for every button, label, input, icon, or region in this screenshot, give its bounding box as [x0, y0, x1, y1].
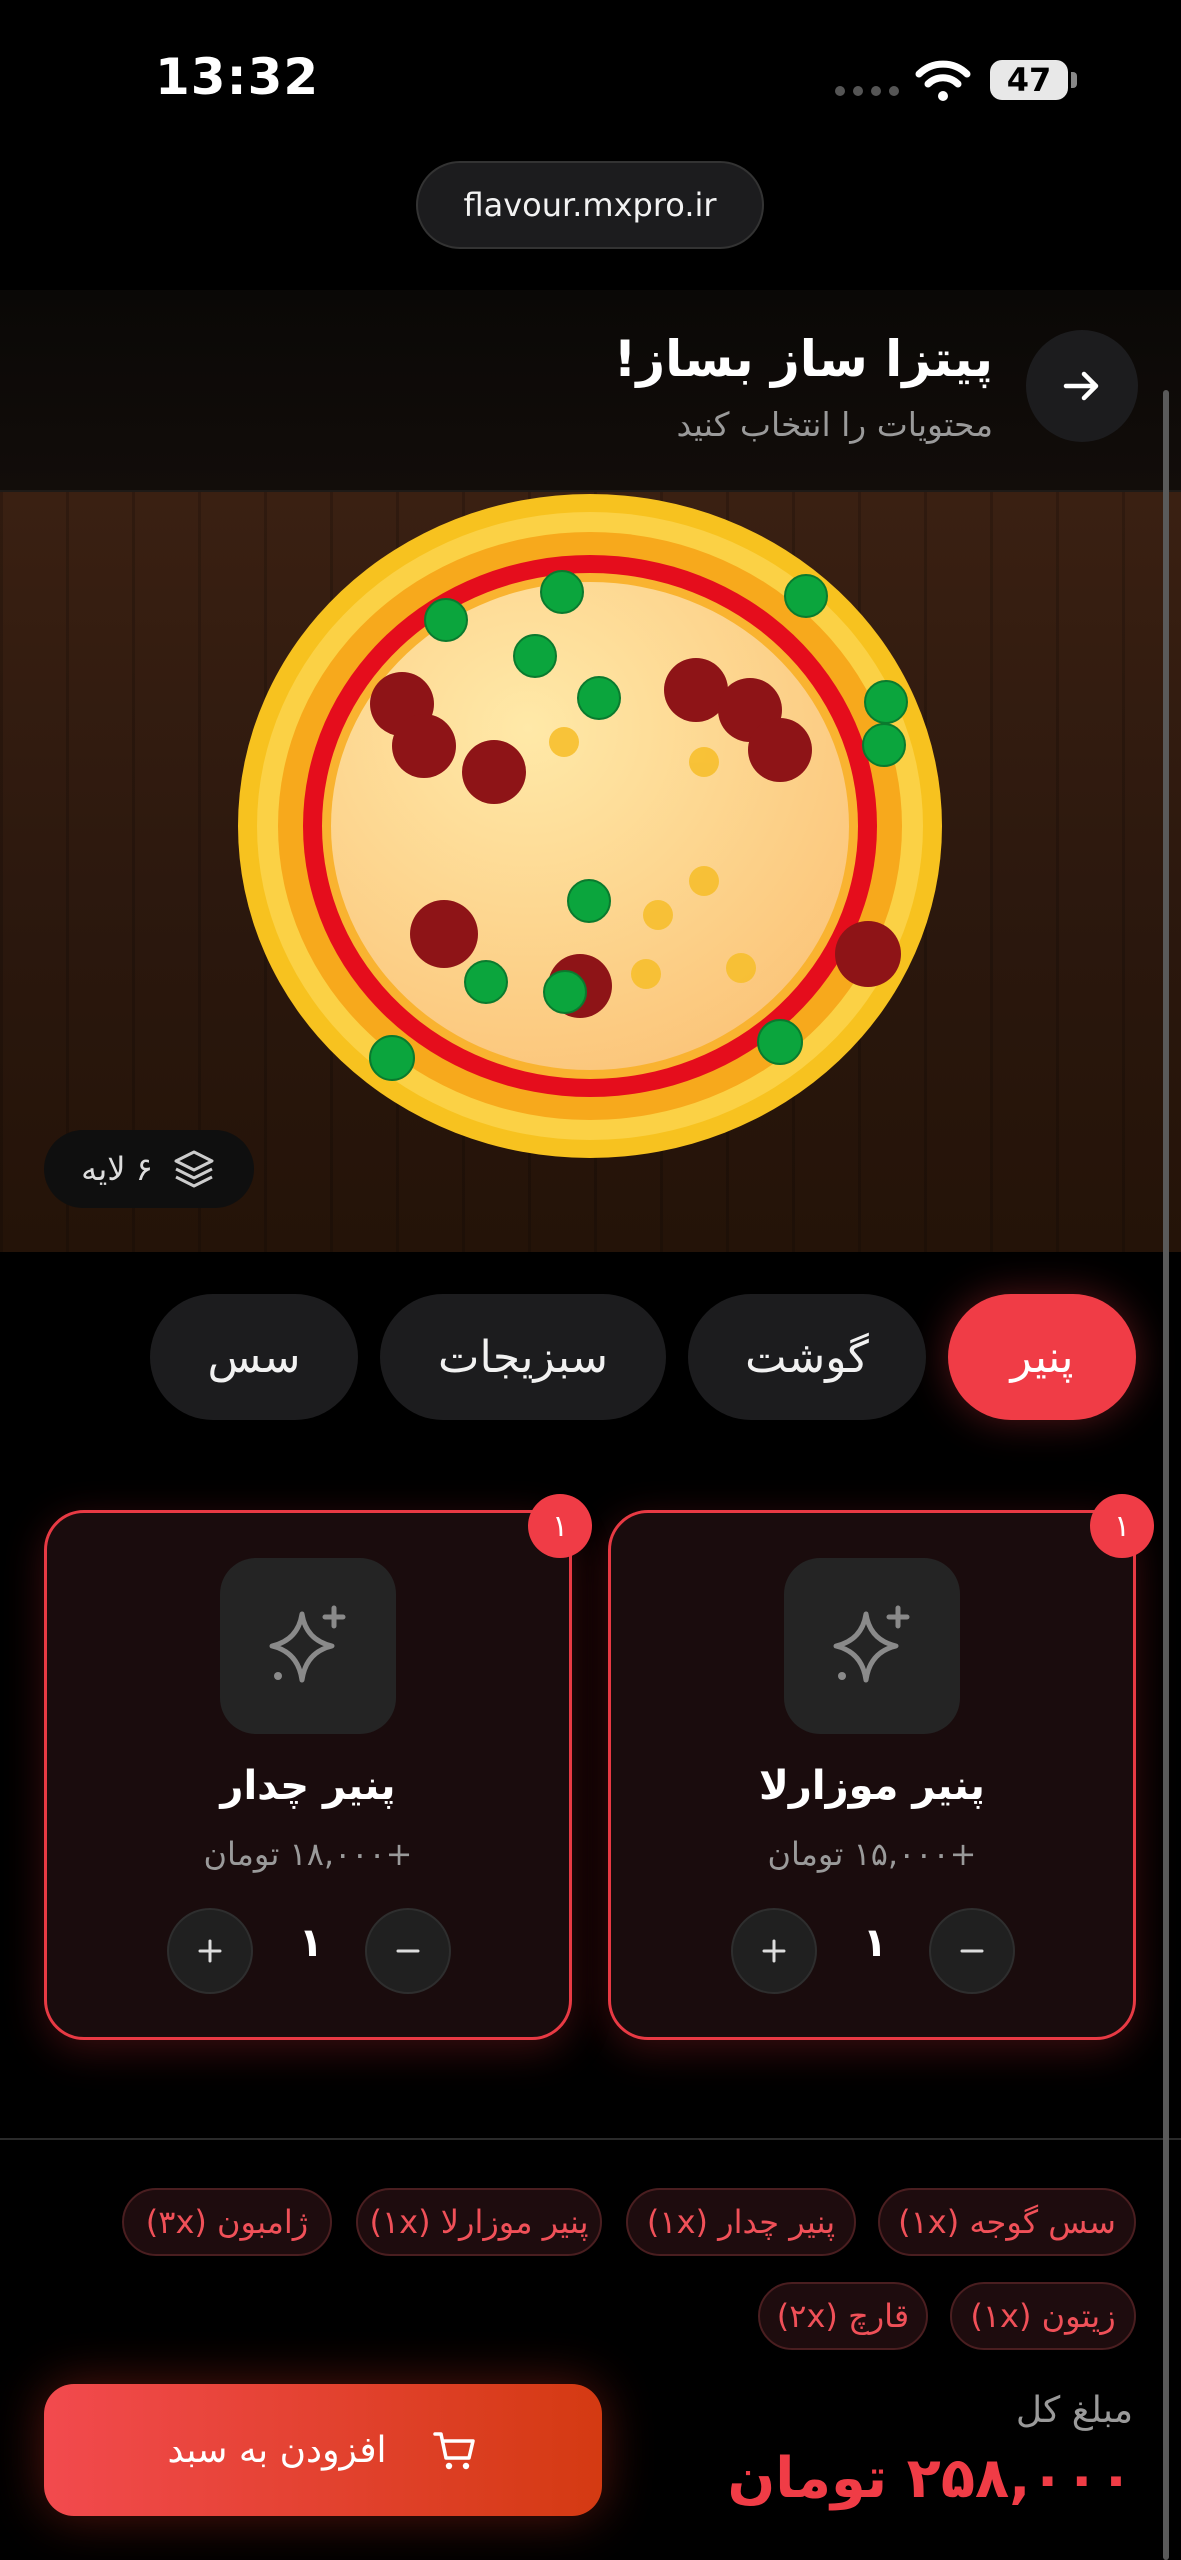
wifi-icon [915, 60, 971, 101]
page-subtitle: محتویات را انتخاب کنید [676, 405, 993, 444]
ingredient-price: +۱۸,۰۰۰ تومان [203, 1835, 413, 1873]
ingredient-price: +۱۵,۰۰۰ تومان [767, 1835, 977, 1873]
quantity-stepper: ۱ [611, 1908, 1133, 1998]
tab-meat[interactable]: گوشت [688, 1294, 926, 1420]
selected-count-badge: ۱ [1090, 1494, 1154, 1558]
add-to-cart-label: افزودن به سبد [167, 2429, 387, 2471]
battery-indicator: 47 [990, 60, 1068, 100]
total-label: مبلغ کل [1015, 2390, 1133, 2431]
pizza-illustration [238, 494, 942, 1158]
battery-tip [1071, 72, 1077, 88]
quantity-stepper: ۱ [47, 1908, 569, 1998]
sparkles-icon [833, 1605, 910, 1683]
total-price: ۲۵۸,۰۰۰ تومان [727, 2446, 1134, 2511]
header-bar [0, 290, 1181, 492]
browser-url-bar[interactable]: flavour.mxpro.ir [416, 161, 764, 249]
tab-vegetables[interactable]: سبزیجات [380, 1294, 666, 1420]
quantity-value: ۱ [862, 1920, 888, 1966]
summary-chip: پنیر موزارلا (۱x) [356, 2188, 602, 2256]
selected-count-badge: ۱ [528, 1494, 592, 1558]
ingredient-card-cheddar[interactable]: پنیر چدار +۱۸,۰۰۰ تومان ۱ [44, 1510, 572, 2040]
summary-chip: ژامبون (۳x) [122, 2188, 332, 2256]
ingredient-icon-box [784, 1558, 960, 1734]
layers-count-label: ۶ لایه [81, 1150, 153, 1188]
cart-icon [432, 2432, 475, 2470]
ingredient-name: پنیر موزارلا [759, 1763, 985, 1809]
summary-divider [0, 2138, 1181, 2140]
summary-chip: سس گوجه (۱x) [878, 2188, 1136, 2256]
minus-icon [960, 1949, 984, 1953]
signal-dots-icon [835, 86, 899, 96]
tab-cheese[interactable]: پنیر [948, 1294, 1136, 1420]
sparkles-icon [269, 1605, 346, 1683]
increase-button[interactable] [167, 1908, 253, 1994]
minus-icon [396, 1949, 420, 1953]
plus-icon [762, 1939, 786, 1963]
arrow-right-icon [1063, 371, 1099, 401]
plus-icon [198, 1939, 222, 1963]
ingredient-card-mozzarella[interactable]: پنیر موزارلا +۱۵,۰۰۰ تومان ۱ [608, 1510, 1136, 2040]
summary-chip: پنیر چدار (۱x) [626, 2188, 856, 2256]
summary-chip: قارچ (۲x) [758, 2282, 928, 2350]
page-title: پیتزا ساز بساز! [613, 330, 993, 388]
summary-chip: زیتون (۱x) [950, 2282, 1136, 2350]
back-button[interactable] [1026, 330, 1138, 442]
ingredient-name: پنیر چدار [220, 1763, 396, 1809]
add-to-cart-button[interactable]: افزودن به سبد [44, 2384, 602, 2516]
increase-button[interactable] [731, 1908, 817, 1994]
decrease-button[interactable] [929, 1908, 1015, 1994]
layers-icon [174, 1150, 214, 1188]
ingredient-icon-box [220, 1558, 396, 1734]
decrease-button[interactable] [365, 1908, 451, 1994]
layers-count-pill: ۶ لایه [44, 1130, 254, 1208]
scrollbar[interactable] [1163, 390, 1169, 2560]
quantity-value: ۱ [298, 1920, 324, 1966]
status-time: 13:32 [155, 48, 320, 106]
tab-sauce[interactable]: سس [150, 1294, 358, 1420]
